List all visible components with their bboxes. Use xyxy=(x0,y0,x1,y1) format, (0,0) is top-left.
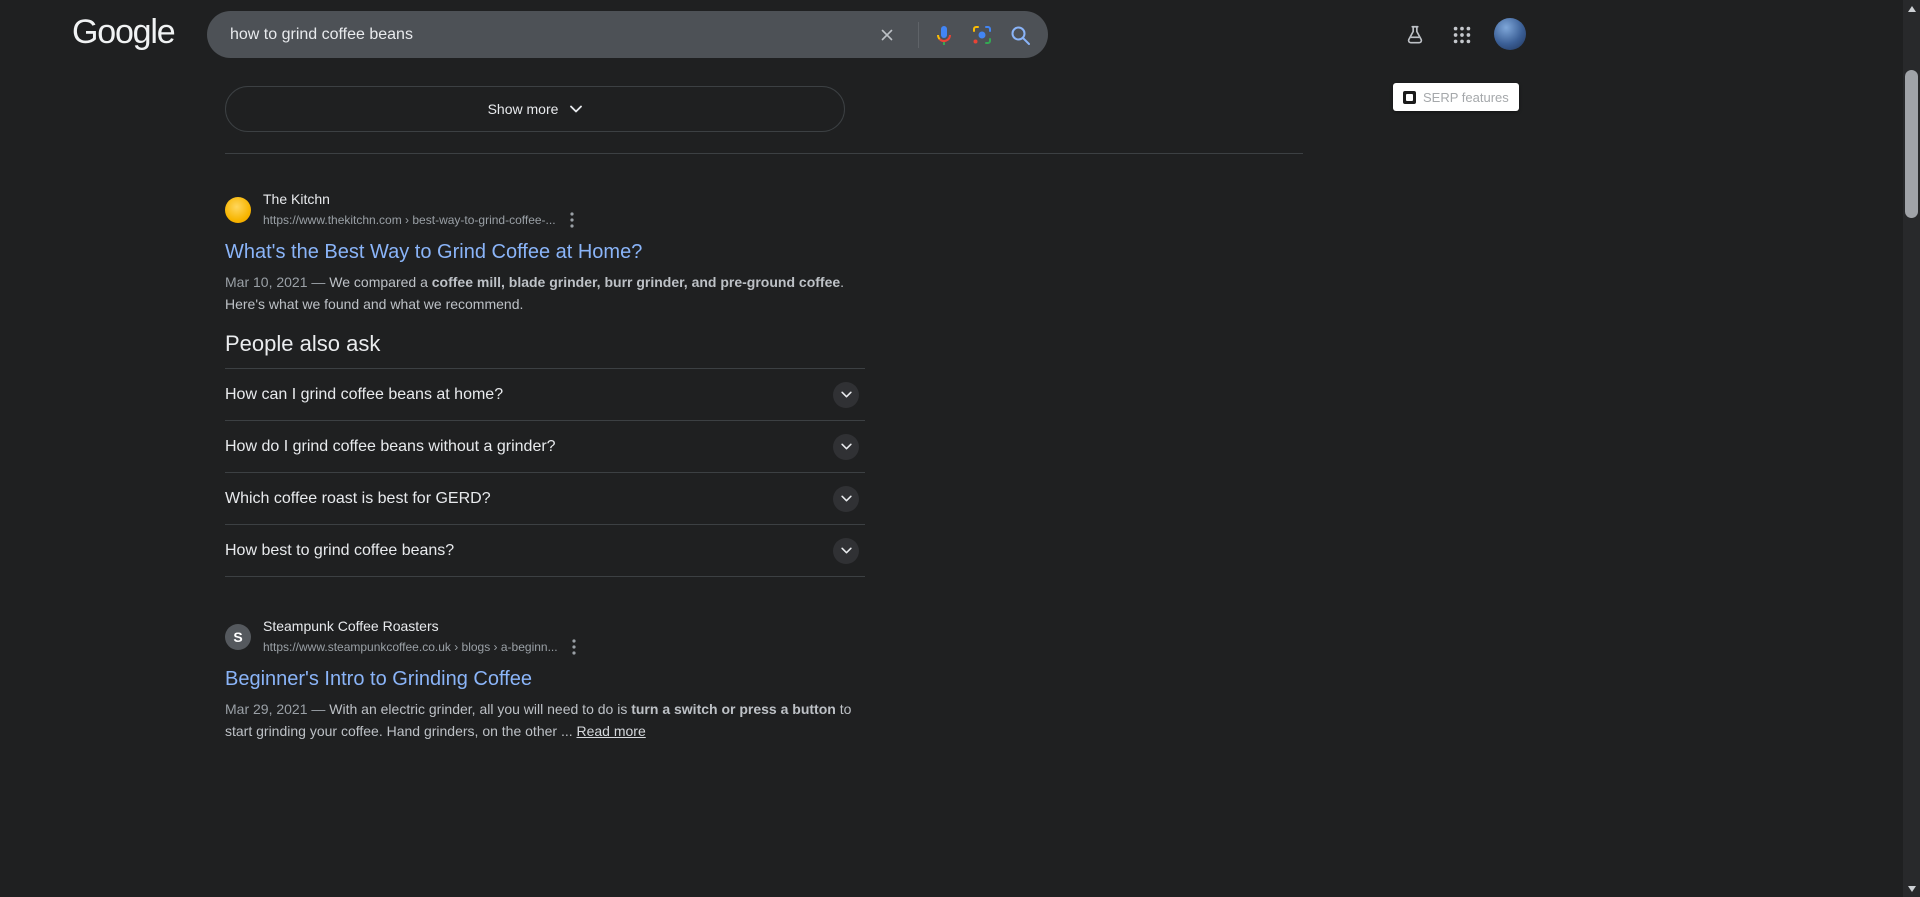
show-more-button[interactable]: Show more xyxy=(225,86,845,132)
site-favicon-kitchn xyxy=(225,197,251,223)
google-logo[interactable]: Google xyxy=(72,13,176,52)
paa-question-text: How do I grind coffee beans without a gr… xyxy=(225,437,556,455)
read-more-link[interactable]: Read more xyxy=(577,723,646,739)
chevron-down-icon xyxy=(840,391,852,398)
microphone-icon xyxy=(937,25,952,45)
favicon-letter: S xyxy=(233,629,243,645)
chevron-down-icon xyxy=(840,495,852,502)
serp-features-icon xyxy=(1403,90,1416,104)
lens-search-button[interactable] xyxy=(969,22,995,48)
google-lens-icon xyxy=(973,25,991,44)
search-bar-divider xyxy=(918,21,919,48)
show-more-label: Show more xyxy=(487,101,559,117)
voice-search-button[interactable] xyxy=(931,22,957,48)
paa-question-row[interactable]: How can I grind coffee beans at home? xyxy=(225,368,865,420)
chevron-down-icon xyxy=(840,443,852,450)
snippet-text: With an electric grinder, all you will n… xyxy=(329,701,632,717)
arrow-up-icon xyxy=(1907,5,1916,12)
labs-button[interactable] xyxy=(1404,24,1426,49)
search-result-kitchn: The Kitchn https://www.thekitchn.com › b… xyxy=(225,190,875,315)
serp-features-badge[interactable]: SERP features xyxy=(1393,83,1519,111)
result-snippet: Mar 10, 2021 — We compared a coffee mill… xyxy=(225,271,870,315)
scrollbar-thumb[interactable] xyxy=(1905,70,1918,218)
search-bar[interactable] xyxy=(207,11,1048,58)
result-menu-button[interactable] xyxy=(568,637,580,657)
apps-grid-icon xyxy=(1453,26,1471,44)
serp-features-label: SERP features xyxy=(1423,89,1509,105)
results-divider xyxy=(225,153,1303,154)
result-date: Mar 29, 2021 — xyxy=(225,701,330,717)
paa-question-row[interactable]: Which coffee roast is best for GERD? xyxy=(225,472,865,524)
scroll-up-button[interactable] xyxy=(1903,0,1920,17)
site-favicon-steampunk: S xyxy=(225,624,251,650)
paa-question-row[interactable]: How do I grind coffee beans without a gr… xyxy=(225,420,865,472)
chevron-down-icon xyxy=(840,547,852,554)
kebab-menu-icon xyxy=(569,212,574,228)
search-icon xyxy=(1011,26,1030,45)
paa-question-row[interactable]: How best to grind coffee beans? xyxy=(225,524,865,576)
snippet-bold-text: coffee mill, blade grinder, burr grinder… xyxy=(431,274,841,290)
scrollbar[interactable] xyxy=(1903,0,1920,897)
site-name: Steampunk Coffee Roasters xyxy=(263,618,439,634)
paa-question-text: How can I grind coffee beans at home? xyxy=(225,385,504,403)
paa-question-text: How best to grind coffee beans? xyxy=(225,541,455,559)
result-title-link[interactable]: Beginner's Intro to Grinding Coffee xyxy=(225,666,532,692)
paa-expand-button[interactable] xyxy=(833,537,859,564)
site-name: The Kitchn xyxy=(263,191,330,207)
clear-search-button[interactable] xyxy=(874,22,900,48)
paa-expand-button[interactable] xyxy=(833,381,859,408)
kebab-menu-icon xyxy=(572,639,576,655)
close-icon xyxy=(881,29,893,40)
result-date: Mar 10, 2021 — xyxy=(225,274,330,290)
google-apps-button[interactable] xyxy=(1451,24,1473,49)
search-submit-button[interactable] xyxy=(1007,22,1033,48)
snippet-bold-text: turn a switch or press a button xyxy=(631,701,836,717)
scroll-down-button[interactable] xyxy=(1903,880,1920,897)
search-input[interactable] xyxy=(230,25,874,44)
profile-avatar[interactable] xyxy=(1494,18,1526,50)
result-source[interactable]: The Kitchn https://www.thekitchn.com › b… xyxy=(225,190,875,230)
search-result-steampunk: S Steampunk Coffee Roasters https://www.… xyxy=(225,617,875,742)
arrow-down-icon xyxy=(1907,885,1916,892)
people-also-ask-heading: People also ask xyxy=(225,331,381,356)
result-title-link[interactable]: What's the Best Way to Grind Coffee at H… xyxy=(225,239,642,265)
result-breadcrumb: https://www.thekitchn.com › best-way-to-… xyxy=(263,213,556,227)
result-breadcrumb: https://www.steampunkcoffee.co.uk › blog… xyxy=(263,640,558,654)
paa-question-text: Which coffee roast is best for GERD? xyxy=(225,489,491,507)
result-menu-button[interactable] xyxy=(566,210,578,230)
snippet-text: We compared a xyxy=(329,274,432,290)
chevron-down-icon xyxy=(570,105,583,113)
google-serp-page: Google how to grind coffee beans SERP fe… xyxy=(0,0,1920,897)
result-snippet: Mar 29, 2021 — With an electric grinder,… xyxy=(225,698,870,742)
people-also-ask-list: How can I grind coffee beans at home? Ho… xyxy=(225,368,865,577)
paa-expand-button[interactable] xyxy=(833,485,859,512)
result-source[interactable]: S Steampunk Coffee Roasters https://www.… xyxy=(225,617,875,657)
paa-expand-button[interactable] xyxy=(833,433,859,460)
labs-flask-icon xyxy=(1407,25,1423,44)
